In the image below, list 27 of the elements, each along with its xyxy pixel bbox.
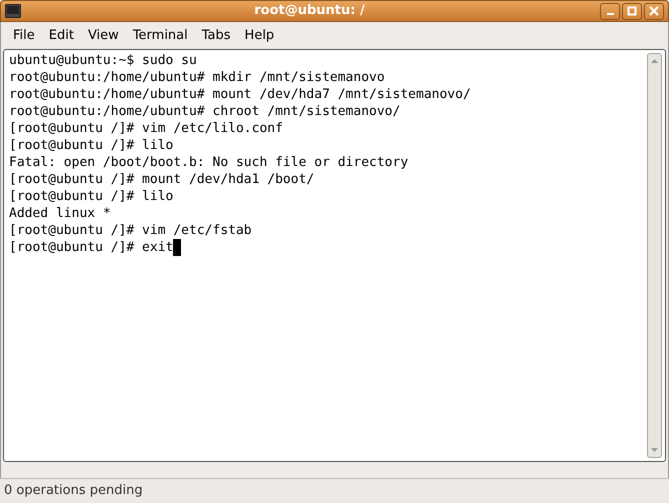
menu-item[interactable]: Tabs (196, 26, 237, 46)
close-icon (649, 6, 659, 16)
terminal-icon (5, 4, 21, 18)
terminal-line: [root@ubuntu /]# lilo (9, 137, 174, 154)
minimize-button[interactable] (600, 2, 620, 20)
terminal-line: ubuntu@ubuntu:~$ sudo su (9, 52, 197, 69)
terminal-line: Fatal: open /boot/boot.b: No such file or directory (9, 154, 408, 171)
terminal-line: [root@ubuntu /]# exit (9, 239, 174, 256)
terminal-line: [root@ubuntu /]# mount /dev/hda1 /boot/ (9, 171, 314, 188)
terminal-line: root@ubuntu:/home/ubuntu# mount /dev/hda7 /mnt/sistemanovo/ (9, 86, 471, 103)
menu-item[interactable]: Edit (42, 26, 80, 46)
menu-item[interactable]: Help (238, 26, 280, 46)
close-button[interactable] (644, 2, 664, 20)
terminal-line: [root@ubuntu /]# lilo (9, 188, 174, 205)
terminal-line: root@ubuntu:/home/ubuntu# chroot /mnt/sistemanovo/ (9, 103, 400, 120)
maximize-button[interactable] (622, 2, 642, 20)
menu-item[interactable]: Terminal (126, 26, 194, 46)
minimize-icon (606, 13, 614, 15)
menu-item[interactable]: View (82, 26, 125, 46)
menu-item[interactable]: File (7, 26, 41, 46)
status-text: 0 operations pending (4, 482, 143, 500)
terminal-line: [root@ubuntu /]# vim /etc/lilo.conf (9, 120, 283, 137)
terminal-line: Added linux * (9, 205, 111, 222)
window-title: root@ubuntu: / (253, 2, 366, 20)
maximize-icon (627, 6, 637, 16)
terminal-line: [root@ubuntu /]# vim /etc/fstab (9, 222, 252, 239)
terminal-line: root@ubuntu:/home/ubuntu# mkdir /mnt/sistemanovo (9, 69, 385, 86)
